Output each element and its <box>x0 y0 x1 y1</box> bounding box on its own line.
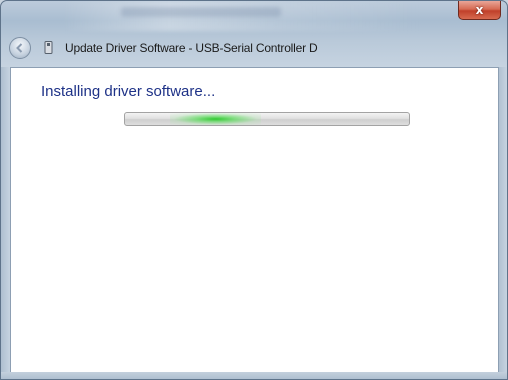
usb-device-icon <box>43 40 53 54</box>
bottom-frame <box>1 372 507 379</box>
left-frame <box>1 67 10 374</box>
content-panel: Installing driver software... <box>10 67 499 374</box>
driver-update-window: x Update Driver Software - USB-Serial Co… <box>0 0 508 380</box>
right-frame <box>498 67 507 374</box>
close-button[interactable]: x <box>458 1 501 20</box>
progress-bar <box>124 112 410 126</box>
back-arrow-icon <box>16 43 23 53</box>
page-heading: Installing driver software... <box>41 83 216 100</box>
close-icon: x <box>475 3 484 17</box>
progress-marquee <box>170 113 262 125</box>
blurred-background-title <box>121 7 281 17</box>
window-title: Update Driver Software - USB-Serial Cont… <box>65 41 318 55</box>
title-bar: Update Driver Software - USB-Serial Cont… <box>1 29 507 65</box>
back-button[interactable] <box>9 37 31 59</box>
